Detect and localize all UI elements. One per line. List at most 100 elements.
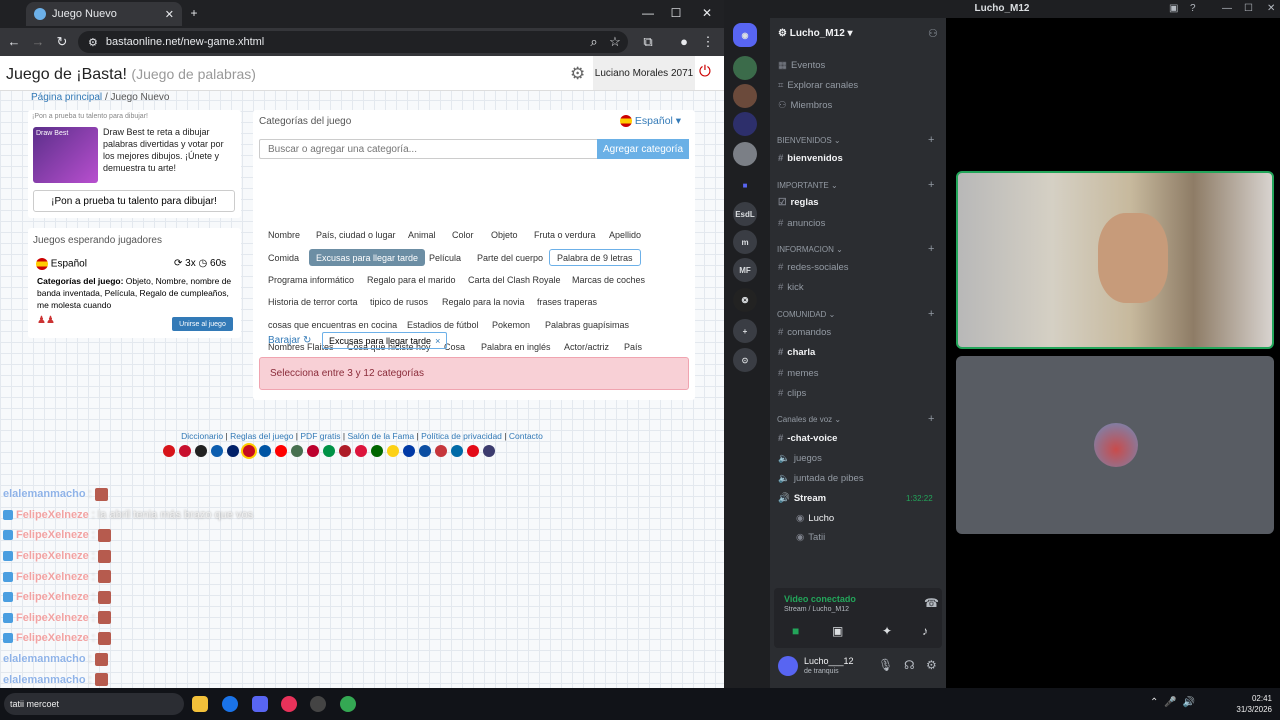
add-channel-icon[interactable]: +	[928, 134, 934, 146]
category-chip[interactable]: Marcas de coches	[565, 271, 652, 288]
voice-channel-stream[interactable]: 🔊 Stream	[778, 493, 826, 504]
category-chip[interactable]: Estadios de fútbol	[400, 316, 486, 333]
category-chip[interactable]: Historia de terror corta	[261, 293, 365, 310]
channel-redes[interactable]: # redes-sociales	[778, 262, 849, 273]
voice-channel-juntada[interactable]: 🔈 juntada de pibes	[778, 473, 864, 484]
members-item[interactable]: ⚇ Miembros	[778, 100, 832, 111]
category-chip[interactable]: Comida	[261, 249, 306, 266]
channel-reglas[interactable]: ☑ reglas	[778, 197, 819, 208]
channel-memes[interactable]: # memes	[778, 368, 818, 379]
activities-icon[interactable]: ✦	[882, 624, 892, 638]
server-icon[interactable]: m	[733, 230, 757, 254]
obs-icon[interactable]	[310, 696, 326, 712]
system-tray[interactable]: ⌃🎤🔊	[1150, 697, 1201, 708]
participant-tile[interactable]	[956, 356, 1274, 534]
browser-tab[interactable]: Juego Nuevo ✕	[26, 2, 182, 26]
disconnect-icon[interactable]: ☎	[924, 596, 939, 610]
browser-menu-icon[interactable]: ⋮	[700, 34, 716, 50]
microphone-icon[interactable]: 🎙	[878, 658, 893, 672]
category-chip[interactable]: Regalo para la novia	[435, 293, 532, 310]
discord-close-button[interactable]: ✕	[1267, 3, 1275, 14]
category-chip[interactable]: cosas que encuentras en cocina	[261, 316, 404, 333]
category-chip[interactable]: Nombre	[261, 226, 307, 243]
flag-icon[interactable]	[291, 445, 303, 457]
category-chip[interactable]: Palabras guapísimas	[538, 316, 636, 333]
file-explorer-icon[interactable]	[192, 696, 208, 712]
add-category-button[interactable]: Agregar categoría	[597, 139, 689, 159]
flag-icon[interactable]	[307, 445, 319, 457]
flag-icon[interactable]	[259, 445, 271, 457]
extensions-icon[interactable]: ⧉	[640, 34, 656, 50]
add-channel-icon[interactable]: +	[928, 243, 934, 255]
forward-icon[interactable]: →	[30, 34, 46, 49]
footer-link[interactable]: Diccionario	[181, 431, 223, 441]
flag-icon[interactable]	[211, 445, 223, 457]
screen-share-icon[interactable]: ▣	[832, 624, 843, 638]
draw-best-thumbnail[interactable]: Draw Best	[33, 127, 98, 183]
settings-gear-icon[interactable]: ⚙	[570, 64, 585, 84]
category-chip[interactable]: País, ciudad o lugar	[309, 226, 403, 243]
category-chip[interactable]: Actor/actriz	[557, 338, 616, 355]
discord-minimize-button[interactable]: —	[1222, 3, 1232, 14]
footer-link[interactable]: Reglas del juego	[230, 431, 293, 441]
explore-icon[interactable]: ⊙	[733, 348, 757, 372]
logout-power-icon[interactable]: ⏻	[699, 63, 711, 80]
channel-comandos[interactable]: # comandos	[778, 327, 831, 338]
language-dropdown[interactable]: Español ▾	[620, 115, 681, 128]
server-icon[interactable]	[733, 56, 757, 80]
tab-close-icon[interactable]: ✕	[165, 8, 174, 21]
category-chip-selected[interactable]: Excusas para llegar tarde	[309, 249, 426, 266]
flag-icon[interactable]	[227, 445, 239, 457]
zoom-icon[interactable]: ⌕	[586, 34, 602, 50]
server-icon[interactable]: MF	[733, 258, 757, 282]
flag-icon[interactable]	[387, 445, 399, 457]
soundboard-icon[interactable]: ♪	[922, 624, 928, 638]
back-icon[interactable]: ←	[6, 34, 22, 49]
footer-link[interactable]: Política de privacidad	[421, 431, 502, 441]
category-chip[interactable]: Programa informático	[261, 271, 361, 288]
add-server-icon[interactable]: +	[733, 319, 757, 343]
camera-icon[interactable]: ■	[792, 624, 799, 638]
maximize-button[interactable]: ☐	[668, 6, 684, 20]
add-member-icon[interactable]: ⚇	[928, 27, 938, 40]
site-info-icon[interactable]: ⚙	[88, 36, 98, 49]
channel-clips[interactable]: # clips	[778, 388, 806, 399]
category-importante[interactable]: IMPORTANTE ⌄	[777, 181, 838, 190]
breadcrumb-home-link[interactable]: Página principal	[31, 92, 102, 103]
flag-icon[interactable]	[371, 445, 383, 457]
channel-chat-voice[interactable]: # -chat-voice	[778, 433, 837, 444]
category-chip[interactable]: Animal	[401, 226, 443, 243]
category-informacion[interactable]: INFORMACION ⌄	[777, 245, 843, 254]
category-chip[interactable]: Carta del Clash Royale	[461, 271, 568, 288]
server-icon[interactable]	[733, 84, 757, 108]
add-channel-icon[interactable]: +	[928, 308, 934, 320]
headphones-icon[interactable]: ☊	[904, 658, 915, 672]
voice-channel-juegos[interactable]: 🔈 juegos	[778, 453, 822, 464]
taskbar-search[interactable]: tatii mercoet	[4, 693, 184, 715]
flag-icon[interactable]	[435, 445, 447, 457]
footer-link[interactable]: Contacto	[509, 431, 543, 441]
help-icon[interactable]: ?	[1190, 3, 1196, 14]
category-chip[interactable]: País	[617, 338, 649, 355]
shuffle-button[interactable]: Barajar ↻	[268, 335, 311, 346]
chrome-icon[interactable]	[222, 696, 238, 712]
flag-icon[interactable]	[339, 445, 351, 457]
server-icon[interactable]: ❂	[733, 288, 757, 312]
events-item[interactable]: ▦ Eventos	[778, 60, 825, 71]
flag-icon[interactable]	[163, 445, 175, 457]
remove-tag-icon[interactable]: ×	[435, 336, 440, 346]
category-chip[interactable]: Pokemon	[485, 316, 537, 333]
clock[interactable]: 02:41 31/3/2026	[1222, 693, 1272, 715]
flag-icon[interactable]	[275, 445, 287, 457]
category-chip[interactable]: Objeto	[484, 226, 525, 243]
bookmark-star-icon[interactable]: ☆	[607, 34, 623, 50]
category-bienvenidos[interactable]: BIENVENIDOS ⌄	[777, 136, 841, 145]
footer-link[interactable]: Salón de la Fama	[348, 431, 415, 441]
user-name-button[interactable]: Luciano Morales 2071	[593, 56, 695, 90]
flag-icon[interactable]	[323, 445, 335, 457]
flag-icon[interactable]	[195, 445, 207, 457]
category-chip[interactable]: tipico de rusos	[363, 293, 435, 310]
flag-icon[interactable]	[179, 445, 191, 457]
explore-channels-item[interactable]: ⌗ Explorar canales	[778, 80, 858, 91]
minimize-button[interactable]: —	[640, 6, 656, 20]
